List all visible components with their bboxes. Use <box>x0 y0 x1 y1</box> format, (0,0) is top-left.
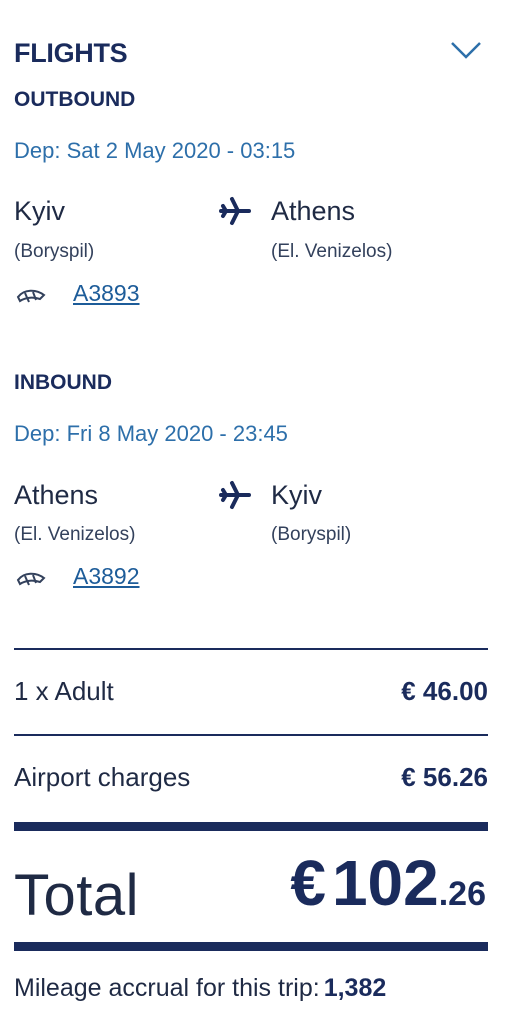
aircraft-icon <box>16 572 46 586</box>
inbound-destination-airport: (Boryspil) <box>271 524 352 545</box>
inbound-departure: Dep: Fri 8 May 2020 - 23:45 <box>14 421 288 446</box>
airport-charges-label: Airport charges <box>14 762 191 792</box>
airplane-icon <box>219 197 251 225</box>
chevron-down-icon[interactable] <box>449 40 483 60</box>
total-divider-top <box>14 822 488 831</box>
adult-fare-price: € 46.00 <box>401 676 488 706</box>
total-price: €102.26 <box>290 846 486 920</box>
inbound-heading: INBOUND <box>14 371 112 394</box>
total-divider-bottom <box>14 942 488 951</box>
outbound-destination-airport: (El. Venizelos) <box>271 241 393 262</box>
total-decimal: .26 <box>438 875 486 913</box>
outbound-flight-link[interactable]: A3893 <box>73 280 140 307</box>
outbound-heading: OUTBOUND <box>14 88 136 111</box>
outbound-departure: Dep: Sat 2 May 2020 - 03:15 <box>14 138 296 163</box>
outbound-origin-city: Kyiv <box>14 196 66 226</box>
total-currency: € <box>290 847 326 919</box>
adult-fare-label: 1 x Adult <box>14 676 114 706</box>
inbound-origin-airport: (El. Venizelos) <box>14 524 136 545</box>
mileage-accrual: Mileage accrual for this trip: 1,382 <box>14 974 386 1003</box>
divider <box>14 648 488 650</box>
mileage-label: Mileage accrual for this trip: <box>14 974 320 1002</box>
total-integer: 102 <box>331 847 439 919</box>
inbound-destination-city: Kyiv <box>271 480 323 510</box>
airplane-icon <box>219 481 251 509</box>
flights-heading: FLIGHTS <box>14 38 128 68</box>
mileage-value: 1,382 <box>323 974 387 1002</box>
outbound-origin-airport: (Boryspil) <box>14 241 95 262</box>
total-label: Total <box>14 863 140 928</box>
divider <box>14 734 488 736</box>
aircraft-icon <box>16 289 46 303</box>
airport-charges-price: € 56.26 <box>401 762 488 792</box>
inbound-flight-link[interactable]: A3892 <box>73 563 140 590</box>
outbound-destination-city: Athens <box>271 196 356 226</box>
inbound-origin-city: Athens <box>14 480 99 510</box>
